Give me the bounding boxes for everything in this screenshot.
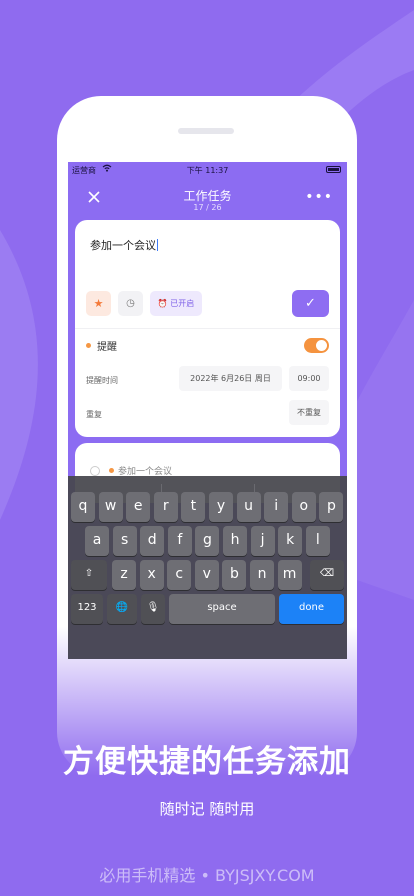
- phone-speaker: [178, 128, 234, 134]
- key-b[interactable]: b: [222, 560, 247, 590]
- key-z[interactable]: z: [112, 560, 136, 590]
- key-v[interactable]: v: [194, 560, 219, 590]
- key-h[interactable]: h: [223, 526, 247, 556]
- key-p[interactable]: p: [319, 492, 344, 522]
- toggle-knob: [316, 340, 327, 351]
- key-i[interactable]: i: [264, 492, 289, 522]
- key-o[interactable]: o: [291, 492, 316, 522]
- shift-key[interactable]: ⇧: [71, 560, 107, 590]
- keyboard: qwertyuiop asdfghjkl zxcvbnm ⇧ ⌫ 123 🌐 🎙…: [68, 476, 347, 659]
- more-button[interactable]: •••: [305, 189, 333, 205]
- priority-dot: [109, 468, 114, 473]
- key-s[interactable]: s: [112, 526, 137, 556]
- remind-dot: [86, 343, 91, 348]
- key-w[interactable]: w: [98, 492, 123, 522]
- key-x[interactable]: x: [139, 560, 164, 590]
- confirm-button[interactable]: ✓: [292, 290, 329, 317]
- key-l[interactable]: l: [305, 526, 330, 556]
- done-key[interactable]: done: [279, 594, 344, 624]
- alarm-icon: ⏰: [157, 299, 168, 308]
- globe-key[interactable]: 🌐: [107, 594, 137, 624]
- key-f[interactable]: f: [167, 526, 192, 556]
- remind-label: 提醒: [97, 342, 117, 353]
- key-g[interactable]: g: [195, 526, 220, 556]
- app-screen: 运营商 下午 11:37 工作任务 17 / 26 ••• 参加一个会议 ★ ◷…: [68, 162, 347, 659]
- star-icon: ★: [93, 297, 104, 310]
- watermark: 必用手机精选 • BYJSJXY.COM: [99, 866, 315, 885]
- key-m[interactable]: m: [277, 560, 302, 590]
- task-title-text: 参加一个会议: [90, 239, 156, 252]
- alarm-chip[interactable]: ⏰ 已开启: [150, 291, 202, 316]
- remind-toggle[interactable]: [304, 338, 329, 353]
- key-j[interactable]: j: [250, 526, 275, 556]
- key-d[interactable]: d: [140, 526, 165, 556]
- status-bar: 运营商 下午 11:37: [68, 162, 347, 178]
- remind-time-label: 提醒时间: [86, 376, 118, 385]
- shift-icon: ⇧: [84, 568, 94, 579]
- key-k[interactable]: k: [278, 526, 303, 556]
- repeat-picker[interactable]: 不重复: [289, 400, 329, 425]
- task-title-input[interactable]: 参加一个会议: [90, 237, 158, 253]
- timer-icon: ◷: [126, 298, 135, 309]
- divider: [75, 328, 340, 329]
- repeat-label: 重复: [86, 410, 102, 419]
- status-time: 下午 11:37: [186, 166, 229, 175]
- promo-subline: 随时记 随时用: [159, 800, 255, 818]
- time-picker[interactable]: 09:00: [289, 366, 329, 391]
- key-u[interactable]: u: [236, 492, 261, 522]
- priority-button[interactable]: ★: [86, 291, 111, 316]
- task-editor-card: 参加一个会议 ★ ◷ ⏰ 已开启 ✓ 提醒 提醒时间 2022年 6月26日 周…: [75, 220, 340, 437]
- backspace-icon: ⌫: [319, 568, 335, 579]
- battery-icon: [326, 166, 341, 173]
- date-picker[interactable]: 2022年 6月26日 周日: [179, 366, 282, 391]
- key-r[interactable]: r: [153, 492, 178, 522]
- more-icon: •••: [305, 189, 333, 205]
- task-checkbox[interactable]: [90, 466, 100, 476]
- mic-key[interactable]: 🎙: [141, 594, 165, 624]
- key-y[interactable]: y: [209, 492, 233, 522]
- backspace-key[interactable]: ⌫: [310, 560, 344, 590]
- numbers-key[interactable]: 123: [71, 594, 103, 624]
- key-n[interactable]: n: [250, 560, 274, 590]
- globe-icon: 🌐: [115, 602, 129, 613]
- key-t[interactable]: t: [181, 492, 206, 522]
- key-c[interactable]: c: [167, 560, 192, 590]
- check-icon: ✓: [305, 296, 316, 311]
- key-e[interactable]: e: [126, 492, 151, 522]
- microphone-icon: 🎙: [146, 602, 160, 613]
- key-a[interactable]: a: [85, 526, 109, 556]
- timer-button[interactable]: ◷: [118, 291, 143, 316]
- promo-headline: 方便快捷的任务添加: [63, 744, 351, 780]
- alarm-chip-label: 已开启: [170, 299, 195, 308]
- space-key[interactable]: space: [169, 594, 275, 624]
- text-cursor: [157, 239, 158, 251]
- key-q[interactable]: q: [71, 492, 95, 522]
